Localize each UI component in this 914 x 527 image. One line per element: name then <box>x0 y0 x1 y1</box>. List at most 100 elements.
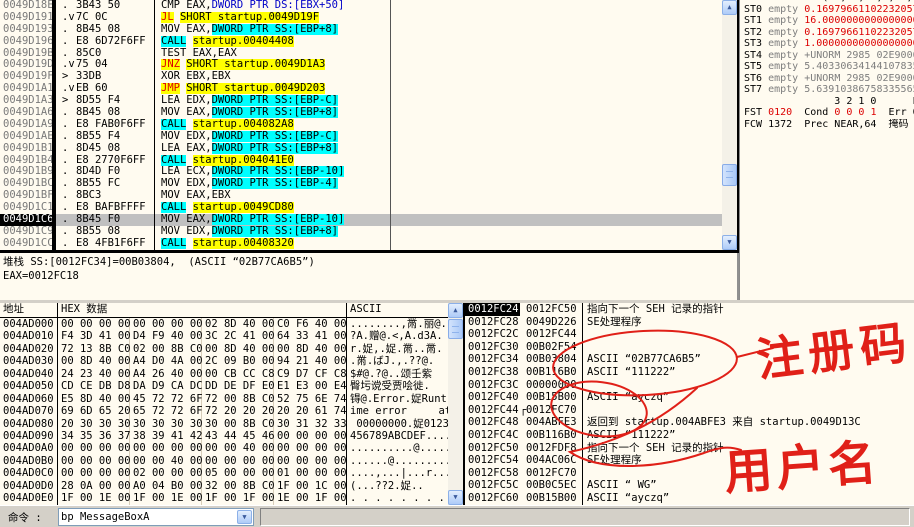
disasm-row[interactable]: 0049D191 .v 7C 0C JL SHORT startup.0049D19F <box>0 10 722 24</box>
instruction-segment: startup.004082A8 <box>192 118 294 130</box>
stack-row[interactable]: 0012FC58 0012FC70 <box>465 466 914 480</box>
dump-row[interactable]: 004AD090 34 35 36 37 38 39 41 42 43 44 45 4… <box>0 429 448 443</box>
stack-row[interactable]: 0012FC38 00B116B0 ASCII “111222” <box>465 365 914 379</box>
stack-comment: 指向下一个 SEH 记录的指针 <box>582 303 914 316</box>
dump-row[interactable]: 004AD040 24 23 40 00 A4 26 40 00 00 CB CC C… <box>0 367 448 381</box>
stack-row[interactable]: 0012FC3C 00000000 <box>465 378 914 392</box>
register-segment: ST6 <box>744 72 769 84</box>
disasm-row[interactable]: 0049D1AE. 8B55 F4 MOV EDX,DWORD PTR SS:[EB… <box>0 130 722 143</box>
scroll-thumb[interactable] <box>722 164 737 186</box>
command-input[interactable] <box>61 510 233 524</box>
disasm-bytes: 7C 0C <box>76 10 108 23</box>
hex-group: 30 30 30 30 <box>130 417 203 430</box>
instruction-segment: TEST EAX,EAX <box>161 47 237 59</box>
register-line[interactable]: ST4 empty +UNORM 2985 02E90000 00000000 <box>744 50 914 62</box>
instruction-segment: MOV EDX, <box>161 130 212 142</box>
instruction-segment: DWORD PTR SS:[EBP+8] <box>211 107 339 119</box>
instruction-segment: startup.004041E0 <box>192 154 294 166</box>
stack-row[interactable]: 0012FC5C 00B0C5EC ASCII “ WG” <box>465 479 914 492</box>
register-line[interactable]: ST0 empty 0.1697966110223205750 <box>744 4 914 16</box>
register-segment: +UNORM 2985 02E90000 00000000 <box>804 49 914 61</box>
disasm-row[interactable]: 0049D19D .v 75 04 JNZ SHORT startup.0049D1A… <box>0 59 722 72</box>
instruction-segment: JMP <box>161 83 180 95</box>
register-line[interactable]: ST6 empty +UNORM 2985 02E90000 00000000 <box>744 73 914 85</box>
disasm-row[interactable]: 0049D1B1. 8D45 08 LEA EAX,DWORD PTR SS:[EB… <box>0 142 722 155</box>
register-line[interactable]: ST1 empty 16.000000000000000000 <box>744 15 914 27</box>
instruction-segment: DWORD PTR SS:[EBP+8] <box>211 23 339 35</box>
register-segment: ST2 <box>744 26 769 38</box>
scroll-down-button[interactable]: ▼ <box>722 235 737 250</box>
dump-scrollbar[interactable]: ▲ ▼ <box>448 303 463 505</box>
register-line[interactable]: 3 2 1 0 E S P U O Z D I <box>744 96 914 108</box>
register-segment: ST7 <box>744 84 769 96</box>
disasm-address: 0049D1A9 <box>3 117 54 130</box>
stack-row[interactable]: 0012FC60 00B15B00 ASCII “ayczq” <box>465 491 914 505</box>
command-combobox[interactable]: ▼ <box>58 508 254 526</box>
register-segment: 16.000000000000000000 <box>804 15 914 27</box>
dump-row[interactable]: 004AD0A0 00 00 00 00 00 00 00 00 00 00 40 0… <box>0 442 448 455</box>
disassembly-scrollbar[interactable]: ▲ ▼ <box>722 0 737 250</box>
disasm-row[interactable]: 0049D193. 8B45 08 MOV EAX,DWORD PTR SS:[EB… <box>0 23 722 36</box>
scroll-up-button[interactable]: ▲ <box>722 0 737 15</box>
hex-group: 00 00 00 00 <box>277 429 347 442</box>
stack-row[interactable]: 0012FC28 0049D226 SE处理程序 <box>465 315 914 329</box>
stack-row[interactable]: 0012FC30 00B02F54 <box>465 340 914 354</box>
stack-comment: ASCII “111222” <box>582 428 914 442</box>
stack-value: 0012FC70 <box>526 466 577 479</box>
chevron-down-icon[interactable]: ▼ <box>237 510 252 524</box>
stack-address: 0012FC28 <box>468 315 519 328</box>
disasm-row[interactable]: 0049D1BC. 8B55 FC MOV EDX,DWORD PTR SS:[EB… <box>0 177 722 191</box>
dump-row[interactable]: 004AD030 00 8D 40 00 A4 D0 4A 00 2C 09 B0 0… <box>0 355 448 368</box>
instruction-segment: DWORD PTR SS:[EBP-C] <box>211 130 339 142</box>
hex-group: 3C 2C 41 00 <box>202 330 275 343</box>
register-segment: empty <box>768 84 805 96</box>
dump-header-ascii: ASCII <box>350 303 382 315</box>
stack-address: 0012FC50 <box>468 441 519 454</box>
disasm-row[interactable]: 0049D1CC. E8 4FB1F6FF CALL startup.0040832… <box>0 237 722 250</box>
disasm-row[interactable]: 0049D18E. 3B43 50 CMP EAX,DWORD PTR DS:[EB… <box>0 0 722 12</box>
scroll-thumb[interactable] <box>448 319 463 339</box>
dump-row[interactable]: 004AD070 69 6D 65 20 65 72 72 6F 72 20 20 2… <box>0 405 448 418</box>
disasm-row[interactable]: 0049D19F >33DB XOR EBX,EBX <box>0 70 722 84</box>
dump-row[interactable]: 004AD0D0 28 0A 00 00 A0 04 B0 00 32 00 8B C… <box>0 479 448 493</box>
dump-hex-bytes: 69 6D 65 20 65 72 72 6F 72 20 20 20 20 20 6… <box>58 405 347 418</box>
dump-hex-bytes: E5 8D 40 00 45 72 72 6F 72 00 8B C0 52 75 6… <box>58 392 347 406</box>
dump-row[interactable]: 004AD060 E5 8D 40 00 45 72 72 6F 72 00 8B C… <box>0 392 448 406</box>
register-line[interactable]: FST 0120 Cond 0 0 0 1 Err 0 0 0 0 0 0 0 … <box>744 107 914 119</box>
register-line[interactable]: ST3 empty 1.0000000000000000000 <box>744 38 914 50</box>
stack-row[interactable]: 0012FC44 0012FC70 ┌ <box>465 403 914 417</box>
dump-row[interactable]: 004AD020 72 13 8B C0 02 00 8B C0 00 8D 40 0… <box>0 342 448 356</box>
dump-header-address: 地址 <box>0 303 58 317</box>
stack-row[interactable]: 0012FC34 00B03804 ASCII “02B77CA6B5” <box>465 353 914 366</box>
dump-row[interactable]: 004AD050 CD CE DB D8 DA D9 CA DC DD DE DF E… <box>0 380 448 393</box>
registers-pane: EFL 00000202 (NO,NB,NE,A,NS,PE,GE,LE)ST0… <box>739 0 914 300</box>
dump-row[interactable]: 004AD080 20 30 30 30 30 30 30 30 30 00 8B C… <box>0 417 448 430</box>
stack-address: 0012FC34 <box>468 353 519 366</box>
stack-row[interactable]: 0012FC50 0012FDF8 指向下一个 SEH 记录的指针 <box>465 441 914 455</box>
dump-row[interactable]: 004AD000 00 00 00 00 00 00 00 00 02 8D 40 0… <box>0 318 448 331</box>
hex-group: 00 00 40 00 <box>202 442 275 455</box>
register-line[interactable]: ST2 empty 0.1697966110223205750 <box>744 27 914 39</box>
stack-row[interactable]: 0012FC40 00B15B00 ASCII “ayczq” <box>465 391 914 404</box>
dump-row[interactable]: 004AD0B0 00 00 00 00 00 00 40 00 00 00 00 0… <box>0 454 448 468</box>
disasm-row[interactable]: 0049D19B. 85C0 TEST EAX,EAX <box>0 47 722 60</box>
dump-row[interactable]: 004AD0C0 00 00 00 00 02 00 00 00 05 00 00 0… <box>0 467 448 480</box>
stack-row[interactable]: 0012FC54 004AC06C SE处理程序 <box>465 454 914 467</box>
stack-row[interactable]: 0012FC2C 0012FC44 <box>465 328 914 341</box>
scroll-up-button[interactable]: ▲ <box>448 303 463 318</box>
register-line[interactable]: ST7 empty 5.6391038675833556550 <box>744 84 914 96</box>
register-segment: 3 2 1 0 E S P U O Z D I <box>834 95 914 107</box>
dump-row[interactable]: 004AD0E0 1F 00 1E 00 1F 00 1E 00 1F 00 1F 0… <box>0 492 448 505</box>
stack-row[interactable]: 0012FC48 004ABFE3 返回到 startup.004ABFE3 来自 … <box>465 416 914 429</box>
stack-row[interactable]: 0012FC4C 00B116B0 ASCII “111222” <box>465 428 914 442</box>
disasm-row[interactable]: 0049D196. E8 6D72F6FF CALL startup.0040440… <box>0 35 722 48</box>
dump-row[interactable]: 004AD010 F4 3D 41 00 D4 F9 40 00 3C 2C 41 0… <box>0 330 448 343</box>
hex-group: 00 00 00 00 <box>277 454 347 467</box>
info-pane: 堆栈 SS:[0012FC34]=00B03804, (ASCII “02B77… <box>0 253 739 300</box>
disasm-row[interactable]: 0049D1A9. E8 FAB0F6FF CALL startup.004082A… <box>0 117 722 131</box>
register-line[interactable]: FCW 1372 Prec NEAR,64 掩码 1 1 0 1 1 0 <box>744 119 914 131</box>
scroll-down-button[interactable]: ▼ <box>448 490 463 505</box>
stack-row[interactable]: 0012FC24 0012FC50 指向下一个 SEH 记录的指针 <box>465 303 914 316</box>
register-line[interactable]: ST5 empty 5.4033063414410783555 <box>744 61 914 73</box>
disasm-address: 0049D191 <box>3 10 54 23</box>
